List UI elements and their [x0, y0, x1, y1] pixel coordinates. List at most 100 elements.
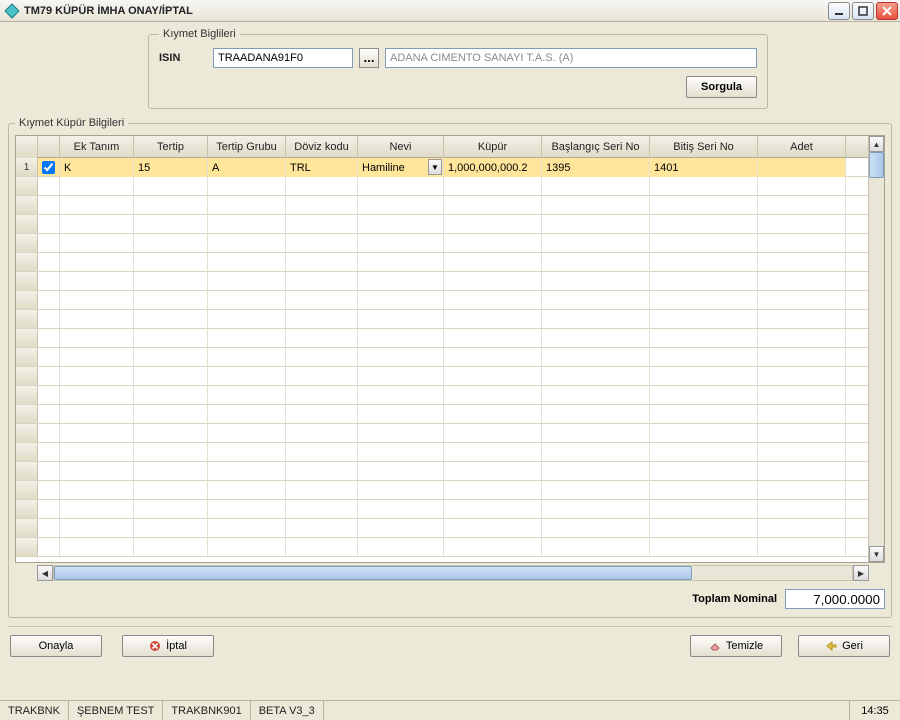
row-checkbox-cell[interactable] [38, 443, 60, 461]
cell-empty[interactable] [758, 443, 846, 462]
cell-empty[interactable] [134, 443, 208, 462]
cell-empty[interactable] [60, 177, 134, 196]
cell-empty[interactable] [542, 367, 650, 386]
cell-empty[interactable] [60, 443, 134, 462]
nevi-dropdown-icon[interactable]: ▼ [428, 159, 442, 175]
row-checkbox-cell[interactable] [38, 462, 60, 480]
cell-empty[interactable] [758, 329, 846, 348]
cell-empty[interactable] [542, 443, 650, 462]
row-checkbox-cell[interactable] [38, 234, 60, 252]
cell-empty[interactable] [60, 424, 134, 443]
cell-empty[interactable] [60, 462, 134, 481]
cell-empty[interactable] [358, 253, 444, 272]
cell-empty[interactable] [60, 367, 134, 386]
cell-empty[interactable] [208, 310, 286, 329]
grid-row-empty[interactable] [16, 272, 868, 291]
cell-empty[interactable] [358, 272, 444, 291]
cell-empty[interactable] [60, 519, 134, 538]
cell-empty[interactable] [134, 291, 208, 310]
maximize-button[interactable] [852, 2, 874, 20]
grid-row-empty[interactable] [16, 405, 868, 424]
cell-empty[interactable] [358, 519, 444, 538]
isin-input[interactable] [213, 48, 353, 68]
row-number[interactable] [16, 310, 38, 328]
cell-empty[interactable] [208, 405, 286, 424]
cell-empty[interactable] [758, 348, 846, 367]
cell-empty[interactable] [444, 500, 542, 519]
row-checkbox-cell[interactable] [38, 348, 60, 366]
cell-empty[interactable] [286, 538, 358, 557]
cell-empty[interactable] [358, 386, 444, 405]
grid-row-empty[interactable] [16, 291, 868, 310]
row-checkbox-cell[interactable] [38, 272, 60, 290]
grid-row-empty[interactable] [16, 310, 868, 329]
cell-empty[interactable] [758, 519, 846, 538]
cell-tertip-grubu[interactable]: A [208, 158, 286, 177]
cell-empty[interactable] [134, 538, 208, 557]
close-button[interactable] [876, 2, 898, 20]
cell-empty[interactable] [208, 386, 286, 405]
cell-empty[interactable] [60, 253, 134, 272]
cell-empty[interactable] [286, 310, 358, 329]
cell-empty[interactable] [286, 291, 358, 310]
cell-empty[interactable] [60, 500, 134, 519]
row-number[interactable] [16, 424, 38, 442]
cell-empty[interactable] [286, 253, 358, 272]
cell-empty[interactable] [542, 310, 650, 329]
row-number[interactable] [16, 177, 38, 195]
row-checkbox-cell[interactable] [38, 519, 60, 537]
cell-bitis[interactable]: 1401 [650, 158, 758, 177]
cell-empty[interactable] [208, 519, 286, 538]
cell-empty[interactable] [208, 424, 286, 443]
row-number[interactable] [16, 215, 38, 233]
cell-empty[interactable] [208, 348, 286, 367]
cell-empty[interactable] [60, 272, 134, 291]
row-number[interactable] [16, 329, 38, 347]
cell-empty[interactable] [286, 196, 358, 215]
cell-empty[interactable] [208, 291, 286, 310]
row-checkbox-cell[interactable] [38, 177, 60, 195]
cell-empty[interactable] [286, 500, 358, 519]
row-checkbox-cell[interactable] [38, 291, 60, 309]
cell-empty[interactable] [358, 234, 444, 253]
cell-empty[interactable] [444, 310, 542, 329]
cell-empty[interactable] [286, 177, 358, 196]
cell-empty[interactable] [208, 272, 286, 291]
row-checkbox-cell[interactable] [38, 386, 60, 404]
cell-empty[interactable] [542, 196, 650, 215]
cell-empty[interactable] [758, 538, 846, 557]
cell-empty[interactable] [444, 234, 542, 253]
cell-empty[interactable] [134, 519, 208, 538]
cell-empty[interactable] [444, 291, 542, 310]
cell-empty[interactable] [444, 177, 542, 196]
cell-empty[interactable] [650, 329, 758, 348]
cell-empty[interactable] [134, 310, 208, 329]
cell-empty[interactable] [60, 196, 134, 215]
row-checkbox-cell[interactable] [38, 196, 60, 214]
grid-row-empty[interactable] [16, 177, 868, 196]
col-adet[interactable]: Adet [758, 136, 846, 158]
cell-empty[interactable] [358, 367, 444, 386]
cell-empty[interactable] [650, 462, 758, 481]
cell-doviz-kodu[interactable]: TRL [286, 158, 358, 177]
row-number[interactable] [16, 367, 38, 385]
cell-empty[interactable] [444, 443, 542, 462]
cell-empty[interactable] [134, 386, 208, 405]
cell-empty[interactable] [208, 462, 286, 481]
minimize-button[interactable] [828, 2, 850, 20]
grid-row-empty[interactable] [16, 329, 868, 348]
cell-empty[interactable] [650, 215, 758, 234]
cell-empty[interactable] [542, 538, 650, 557]
row-checkbox-cell[interactable] [38, 329, 60, 347]
cell-empty[interactable] [758, 424, 846, 443]
cell-empty[interactable] [358, 424, 444, 443]
horizontal-scrollbar[interactable]: ◀ ▶ [15, 565, 885, 581]
cell-empty[interactable] [208, 481, 286, 500]
row-checkbox-cell[interactable] [38, 500, 60, 518]
row-number[interactable] [16, 443, 38, 461]
col-tertip-grubu[interactable]: Tertip Grubu [208, 136, 286, 158]
cell-empty[interactable] [650, 405, 758, 424]
row-checkbox[interactable] [42, 161, 55, 174]
row-number[interactable] [16, 538, 38, 556]
row-checkbox-cell[interactable] [38, 538, 60, 556]
